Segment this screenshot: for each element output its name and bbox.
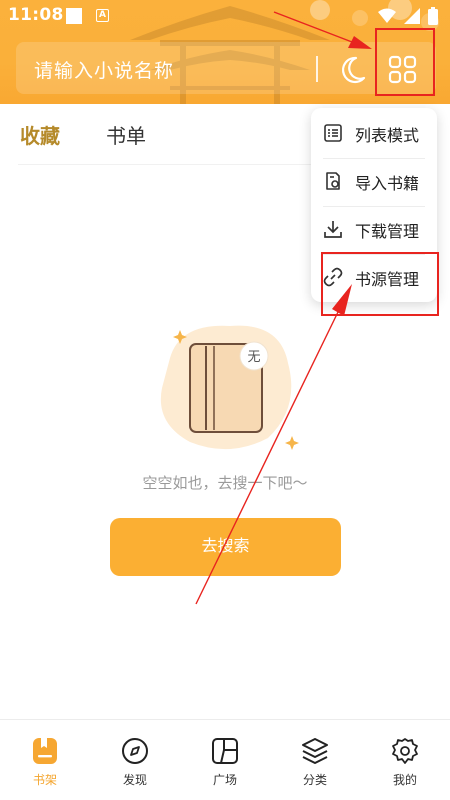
nav-item-discover[interactable]: 发现 xyxy=(90,720,180,800)
square-icon xyxy=(212,738,238,764)
menu-label-list-mode: 列表模式 xyxy=(355,126,420,145)
nav-label-discover: 发现 xyxy=(122,773,147,787)
tab-booklist[interactable]: 书单 xyxy=(106,120,146,149)
settings-icon xyxy=(392,738,418,764)
nav-label-categories: 分类 xyxy=(302,773,327,787)
notification-a-icon: A xyxy=(96,9,109,22)
list-icon xyxy=(324,124,342,142)
empty-badge: 无 xyxy=(247,350,260,365)
download-icon xyxy=(324,221,342,238)
empty-book-illustration: 无 xyxy=(160,325,299,450)
nav-item-plaza[interactable]: 广场 xyxy=(180,720,270,800)
status-time: 11:08 xyxy=(8,5,64,25)
import-icon xyxy=(326,172,340,190)
battery-icon xyxy=(428,7,438,25)
layers-icon xyxy=(302,738,328,764)
nav-item-bookshelf[interactable]: 书架 xyxy=(0,720,90,800)
moon-icon[interactable] xyxy=(334,52,370,86)
signal-icon xyxy=(404,8,420,24)
go-search-button[interactable]: 去搜索 xyxy=(110,518,341,576)
tab-favorites[interactable]: 收藏 xyxy=(20,120,60,149)
nav-label-bookshelf: 书架 xyxy=(32,773,57,787)
empty-message: 空空如也，去搜一下吧～ xyxy=(142,474,308,492)
nav-item-categories[interactable]: 分类 xyxy=(270,720,360,800)
search-input[interactable]: 请输入小说名称 xyxy=(34,56,174,83)
highlight-box-source-manager xyxy=(321,252,439,316)
search-bar[interactable]: 请输入小说名称 xyxy=(16,42,436,94)
menu-item-download-manager[interactable]: 下载管理 xyxy=(311,206,437,254)
menu-item-list-mode[interactable]: 列表模式 xyxy=(311,110,437,158)
nav-label-profile: 我的 xyxy=(392,773,417,787)
wifi-icon xyxy=(378,8,396,23)
highlight-box-grid-button xyxy=(375,28,435,96)
menu-label-download-manager: 下载管理 xyxy=(355,222,420,241)
bottom-nav: 书架 发现 广场 分类 我的 xyxy=(0,719,450,800)
nav-item-profile[interactable]: 我的 xyxy=(360,720,450,800)
notification-square-icon xyxy=(66,8,82,24)
menu-item-import-books[interactable]: 导入书籍 xyxy=(311,158,437,206)
bookshelf-icon xyxy=(33,738,57,764)
nav-label-plaza: 广场 xyxy=(212,773,237,787)
search-divider xyxy=(316,56,318,82)
compass-icon xyxy=(122,738,148,764)
menu-label-import-books: 导入书籍 xyxy=(355,174,420,193)
